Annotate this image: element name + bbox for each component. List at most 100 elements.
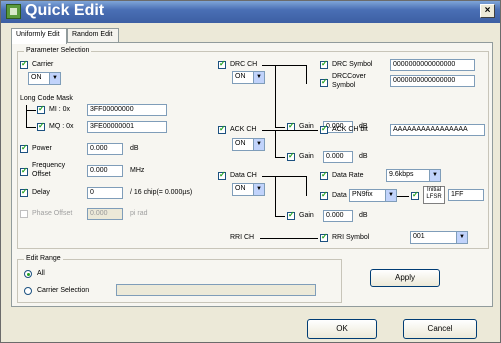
delay-checkbox[interactable] [20,187,28,197]
frequency-offset-field[interactable]: 0.000 [87,165,123,177]
power-unit: dB [130,145,139,152]
ack-ch-bit-checkbox[interactable] [320,124,328,134]
rri-symbol-checkbox[interactable] [320,232,328,242]
frequency-unit: MHz [130,167,145,174]
connector-line [306,65,307,84]
edit-range-group: Edit Range [17,255,342,303]
carrier-checkbox[interactable] [20,59,28,69]
carrier-label: Carrier [32,61,54,68]
delay-field[interactable]: 0 [87,187,123,199]
data-ch-checkbox[interactable] [218,170,226,180]
tab-uniformly-edit[interactable]: Uniformly Edit [11,28,67,44]
data-rate-select-value: 9.6kbps [389,171,414,178]
app-icon [6,4,21,19]
apply-button[interactable]: Apply [370,269,440,287]
power-checkbox[interactable] [20,143,28,153]
drc-cover-label: DRCCover [332,73,366,80]
drc-ch-label: DRC CH [230,61,258,68]
ack-ch-checkbox[interactable] [218,124,226,134]
connector-line [262,130,318,131]
ack-gain-label: Gain [299,153,314,160]
data-rate-select[interactable]: 9.6kbps ▼ [386,169,441,182]
tab-panel: Parameter Selection Carrier ON ▼ Long Cod… [11,42,493,307]
initial-lfsr-checkbox[interactable] [411,190,419,200]
connector-line [260,238,318,239]
drc-cover-symbol-checkbox[interactable] [320,77,328,87]
ack-ch-bit-field[interactable]: AAAAAAAAAAAAAAAA [390,124,485,136]
long-code-mask-label: Long Code Mask [20,95,73,102]
lfsr-label: LFSR [426,194,442,200]
connector-line [275,130,276,157]
mq-checkbox[interactable] [37,121,45,131]
connector-line [26,105,27,127]
connector-line [262,176,307,177]
data-ch-select-value: ON [235,185,246,192]
carrier-select[interactable]: ON ▼ [28,72,61,85]
connector-line [262,65,307,66]
carrier-select-value: ON [31,74,42,81]
drc-cover-symbol-field[interactable]: 0000000000000000 [390,75,475,87]
delay-unit: / 16 chip(= 0.000µs) [130,189,193,196]
ack-gain-field[interactable]: 0.000 [323,151,353,163]
tab-random-edit[interactable]: Random Edit [67,28,119,43]
connector-line [275,127,285,128]
all-radio[interactable] [24,270,32,278]
connector-line [275,176,276,216]
drc-symbol-label: DRC Symbol [332,61,373,68]
initial-lfsr-field[interactable]: 1FF [448,189,484,201]
data-label: Data [332,192,347,199]
edit-range-title: Edit Range [24,255,63,262]
close-button[interactable]: × [480,4,495,18]
chevron-down-icon: ▼ [385,190,396,201]
delay-label: Delay [32,189,50,196]
initial-label: Initial [426,187,441,193]
carrier-selection-field[interactable] [116,284,316,296]
data-rate-checkbox[interactable] [320,170,328,180]
carrier-selection-radio[interactable] [24,287,32,295]
initial-lfsr-button[interactable]: Initial LFSR [423,186,445,204]
parameter-selection-title: Parameter Selection [24,47,92,54]
mi-checkbox[interactable] [37,104,45,114]
ack-ch-bit-label: ACK CH bit [332,126,368,133]
chevron-down-icon: ▼ [456,232,467,243]
offset-label: Offset [32,171,51,178]
drc-symbol-checkbox[interactable] [320,59,328,69]
drc-symbol-field[interactable]: 0000000000000000 [390,59,475,71]
data-ch-select[interactable]: ON ▼ [232,183,265,196]
all-label: All [37,270,45,277]
chevron-down-icon: ▼ [253,139,264,150]
data-gain-field[interactable]: 0.000 [323,210,353,222]
ack-ch-label: ACK CH [230,126,257,133]
drc-ch-select[interactable]: ON ▼ [232,71,265,84]
data-gain-label: Gain [299,212,314,219]
data-checkbox[interactable] [320,190,328,200]
mi-label: MI : 0x [49,106,71,113]
cancel-button[interactable]: Cancel [403,319,477,339]
phase-offset-checkbox[interactable] [20,210,28,218]
data-pattern-select-value: PN9fix [352,191,373,198]
chevron-down-icon: ▼ [253,184,264,195]
drc-ch-checkbox[interactable] [218,59,226,69]
ack-gain-checkbox[interactable] [287,151,295,161]
carrier-selection-label: Carrier Selection [37,287,90,294]
data-pattern-select[interactable]: PN9fix ▼ [349,189,397,202]
connector-line [275,65,276,127]
data-gain-checkbox[interactable] [287,210,295,220]
phase-offset-field[interactable]: 0.000 [87,208,123,220]
ack-gain-unit: dB [359,153,368,160]
rri-symbol-select[interactable]: 001 ▼ [410,231,468,244]
frequency-offset-checkbox[interactable] [20,166,28,176]
mq-field[interactable]: 3FE00000001 [87,121,167,133]
connector-line [275,216,285,217]
connector-line [397,196,409,197]
mi-field[interactable]: 3FF00000000 [87,104,167,116]
data-rate-label: Data Rate [332,172,364,179]
ack-ch-select[interactable]: ON ▼ [232,138,265,151]
connector-line [275,157,285,158]
rri-symbol-select-value: 001 [413,233,425,240]
title-bar: Quick Edit × [1,1,500,23]
chevron-down-icon: ▼ [253,72,264,83]
rri-symbol-label: RRI Symbol [332,234,370,241]
power-field[interactable]: 0.000 [87,143,123,155]
ok-button[interactable]: OK [307,319,377,339]
